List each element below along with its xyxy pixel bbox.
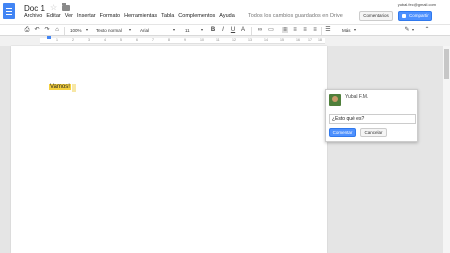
comment-cancel-button[interactable]: Cancelar [360,128,387,137]
star-icon[interactable]: ☆ [50,3,57,12]
ruler-tick: 14 [264,38,268,42]
scroll-thumb[interactable] [444,49,449,79]
ruler-tick: 11 [216,38,220,42]
print-icon[interactable]: ⎙ [24,27,30,33]
chevron-down-icon: ▾ [172,27,175,32]
chevron-down-icon: ▾ [353,27,356,32]
chevron-down-icon: ▾ [200,27,203,32]
ruler-tick: 8 [168,38,170,42]
text-color-icon[interactable]: A [240,27,246,33]
comment-author: Yubal F.M. [345,94,369,100]
toolbar: ⎙ ↶ ↷ ⌂ 100% ▾ Texto normal ▾ Arial ▾ 11… [0,24,450,36]
document-canvas: Vamos! [0,46,450,253]
ruler-tick: 12 [232,38,236,42]
align-justify-icon[interactable]: ≡ [312,27,318,33]
lock-icon [402,14,406,18]
comments-button[interactable]: Comentarios [359,11,393,21]
underline-icon[interactable]: U [230,27,236,33]
ruler-tick: 4 [104,38,106,42]
menu-ayuda[interactable]: Ayuda [219,13,235,21]
ruler-tick: 2 [72,38,74,42]
ruler-tick: 5 [120,38,122,42]
ruler-tick: 13 [248,38,252,42]
scrollbar[interactable] [443,46,450,253]
menu-herramientas[interactable]: Herramientas [124,13,157,21]
size-select[interactable]: 11 [185,27,190,34]
title-bar: Doc 1 ☆ yubal.fec@gmail.com Comentarios … [0,0,450,24]
share-button[interactable]: Compartir [398,11,432,21]
folder-icon[interactable] [62,3,70,11]
docs-logo-icon[interactable] [3,3,15,19]
avatar [329,94,341,106]
zoom-select[interactable]: 100% [70,27,82,34]
ruler-tick: 15 [280,38,284,42]
align-center-icon[interactable]: ≡ [292,27,298,33]
save-status[interactable]: Todos los cambios guardados en Drive [248,13,343,19]
redo-icon[interactable]: ↷ [44,27,50,33]
more-button[interactable]: Más [342,27,351,34]
bold-icon[interactable]: B [210,27,216,33]
indent-marker[interactable] [47,36,51,39]
menu-ver[interactable]: Ver [65,13,73,21]
chevron-down-icon: ▾ [411,27,414,32]
italic-icon[interactable]: I [220,27,226,33]
menu-archivo[interactable]: Archivo [24,13,42,21]
comment-card: Yubal F.M. ¿Esto qué es? Comentar Cancel… [325,89,418,142]
font-select[interactable]: Arial [140,27,149,34]
ruler-tick: 10 [200,38,204,42]
user-email[interactable]: yubal.fec@gmail.com [398,2,436,7]
menu-formato[interactable]: Formato [100,13,120,21]
menu-bar: Archivo Editar Ver Insertar Formato Herr… [24,13,235,21]
divider [321,27,322,35]
link-icon[interactable]: ∞ [257,27,263,33]
menu-tabla[interactable]: Tabla [161,13,174,21]
undo-icon[interactable]: ↶ [34,27,40,33]
menu-complementos[interactable]: Complementos [178,13,215,21]
paint-format-icon[interactable]: ⌂ [54,27,60,33]
divider [64,27,65,35]
comment-input[interactable]: ¿Esto qué es? [329,114,416,124]
share-label: Compartir [409,13,429,18]
align-right-icon[interactable]: ≡ [302,27,308,33]
ruler[interactable]: 1 2 3 4 5 6 7 8 9 10 11 12 13 14 15 16 1… [40,38,325,44]
align-left-icon[interactable]: ≡ [282,27,288,33]
highlighted-text[interactable]: Vamos! [49,84,76,92]
ruler-tick: 1 [56,38,58,42]
line-spacing-icon[interactable]: ☰ [325,27,331,33]
menu-editar[interactable]: Editar [46,13,60,21]
ruler-area: 1 2 3 4 5 6 7 8 9 10 11 12 13 14 15 16 1… [0,36,450,46]
ruler-tick: 16 [296,38,300,42]
document-title[interactable]: Doc 1 [24,4,45,13]
collapse-icon[interactable]: ⌃ [424,27,430,33]
chevron-down-icon: ▾ [128,27,131,32]
ruler-tick: 9 [184,38,186,42]
ruler-tick: 6 [136,38,138,42]
ruler-tick: 18 [318,38,322,42]
menu-insertar[interactable]: Insertar [77,13,96,21]
comment-icon[interactable]: ▭ [268,27,274,33]
divider [251,27,252,35]
chevron-down-icon: ▾ [85,27,88,32]
ruler-tick: 3 [88,38,90,42]
ruler-tick: 17 [308,38,312,42]
style-select[interactable]: Texto normal [96,27,122,34]
document-page[interactable]: Vamos! [11,46,327,253]
comment-submit-button[interactable]: Comentar [329,128,356,137]
ruler-tick: 7 [152,38,154,42]
